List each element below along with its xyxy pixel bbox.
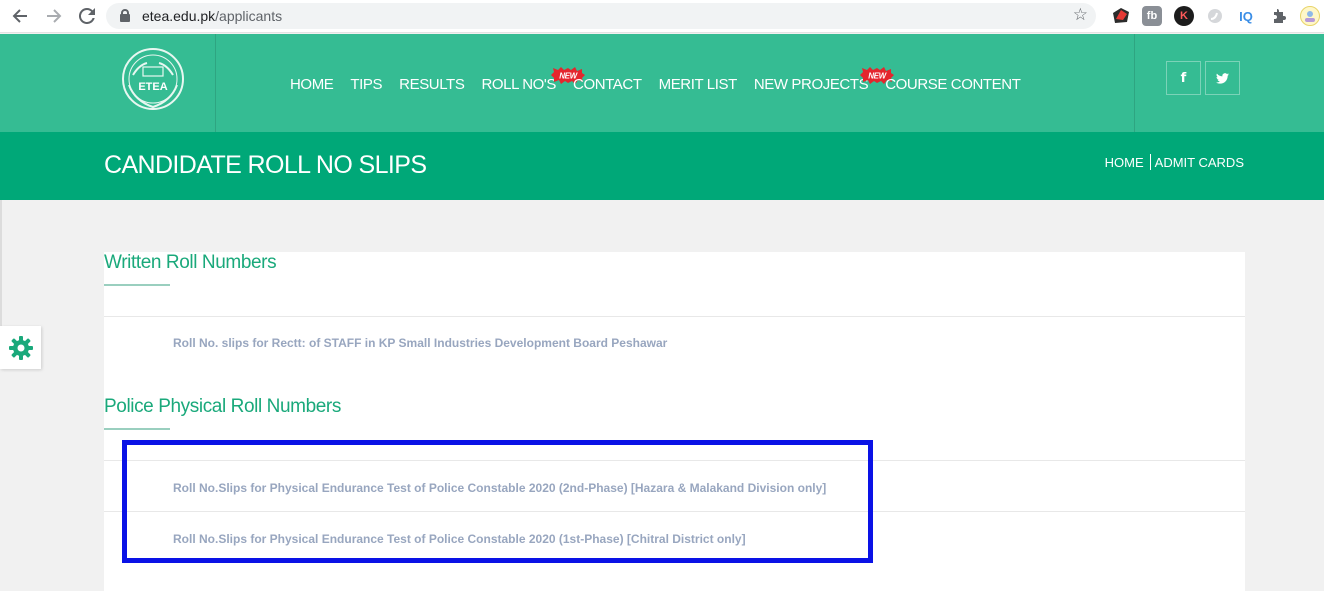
heading-underline bbox=[104, 428, 170, 430]
left-divider bbox=[0, 200, 2, 326]
breadcrumb-separator bbox=[1149, 154, 1151, 170]
browser-toolbar: etea.edu.pk/applicants ☆ fb K IQ bbox=[0, 0, 1324, 33]
nav-roll-nos[interactable]: ROLL NO'S NEW bbox=[481, 67, 586, 93]
section-heading-police-physical: Police Physical Roll Numbers bbox=[104, 396, 341, 417]
section-heading-written: Written Roll Numbers bbox=[104, 252, 277, 273]
nav-merit-list[interactable]: MERIT LIST bbox=[659, 76, 738, 93]
gear-icon bbox=[8, 335, 33, 360]
url-text: etea.edu.pk/applicants bbox=[142, 8, 283, 24]
heading-underline bbox=[104, 284, 170, 286]
etea-logo[interactable]: ETEA bbox=[119, 45, 187, 113]
nav-roll-nos-label: ROLL NO'S bbox=[481, 76, 557, 93]
profile-avatar-icon[interactable] bbox=[1300, 6, 1320, 26]
row-divider bbox=[104, 316, 1245, 317]
main-nav: HOME TIPS RESULTS ROLL NO'S NEW CONTACT … bbox=[290, 67, 1037, 93]
nav-contact[interactable]: CONTACT bbox=[573, 76, 642, 93]
bookmark-star-icon[interactable]: ☆ bbox=[1073, 5, 1088, 25]
twitter-button[interactable] bbox=[1205, 61, 1240, 95]
nav-home[interactable]: HOME bbox=[290, 76, 334, 93]
reload-icon[interactable] bbox=[75, 5, 99, 27]
address-bar[interactable]: etea.edu.pk/applicants ☆ bbox=[106, 3, 1096, 29]
nav-course-content[interactable]: COURSE CONTENT bbox=[885, 76, 1021, 93]
social-cell: f bbox=[1134, 34, 1324, 132]
extension-grey-icon[interactable] bbox=[1205, 6, 1225, 26]
extension-red-icon[interactable] bbox=[1111, 6, 1131, 26]
extension-fb-icon[interactable]: fb bbox=[1142, 6, 1162, 26]
site-header: ETEA HOME TIPS RESULTS ROLL NO'S NEW CON… bbox=[0, 34, 1324, 132]
back-arrow-icon[interactable] bbox=[8, 5, 32, 27]
settings-toggle-button[interactable] bbox=[0, 326, 41, 369]
extension-iq-icon[interactable]: IQ bbox=[1236, 6, 1256, 26]
svg-text:ETEA: ETEA bbox=[138, 81, 167, 93]
slip-link-kp-small-industries[interactable]: Roll No. slips for Rectt: of STAFF in KP… bbox=[173, 336, 667, 350]
nav-results[interactable]: RESULTS bbox=[399, 76, 465, 93]
nav-tips[interactable]: TIPS bbox=[350, 76, 382, 93]
breadcrumb: HOME ADMIT CARDS bbox=[1105, 154, 1244, 170]
lock-icon bbox=[120, 9, 130, 22]
puzzle-icon[interactable] bbox=[1269, 6, 1289, 26]
breadcrumb-admit-cards[interactable]: ADMIT CARDS bbox=[1155, 155, 1244, 170]
nav-new-projects[interactable]: NEW PROJECTS NEW bbox=[753, 67, 894, 93]
page-title-band: CANDIDATE ROLL NO SLIPS HOME ADMIT CARDS bbox=[0, 132, 1324, 200]
highlight-box bbox=[122, 440, 873, 563]
facebook-button[interactable]: f bbox=[1166, 61, 1201, 95]
facebook-icon: f bbox=[1180, 70, 1187, 86]
twitter-icon bbox=[1216, 72, 1229, 84]
logo-cell: ETEA bbox=[0, 34, 216, 132]
breadcrumb-home[interactable]: HOME bbox=[1105, 155, 1144, 170]
page-title: CANDIDATE ROLL NO SLIPS bbox=[104, 151, 427, 179]
extension-k-icon[interactable]: K bbox=[1174, 6, 1194, 26]
nav-new-projects-label: NEW PROJECTS bbox=[753, 76, 869, 93]
forward-arrow-icon[interactable] bbox=[42, 5, 66, 27]
